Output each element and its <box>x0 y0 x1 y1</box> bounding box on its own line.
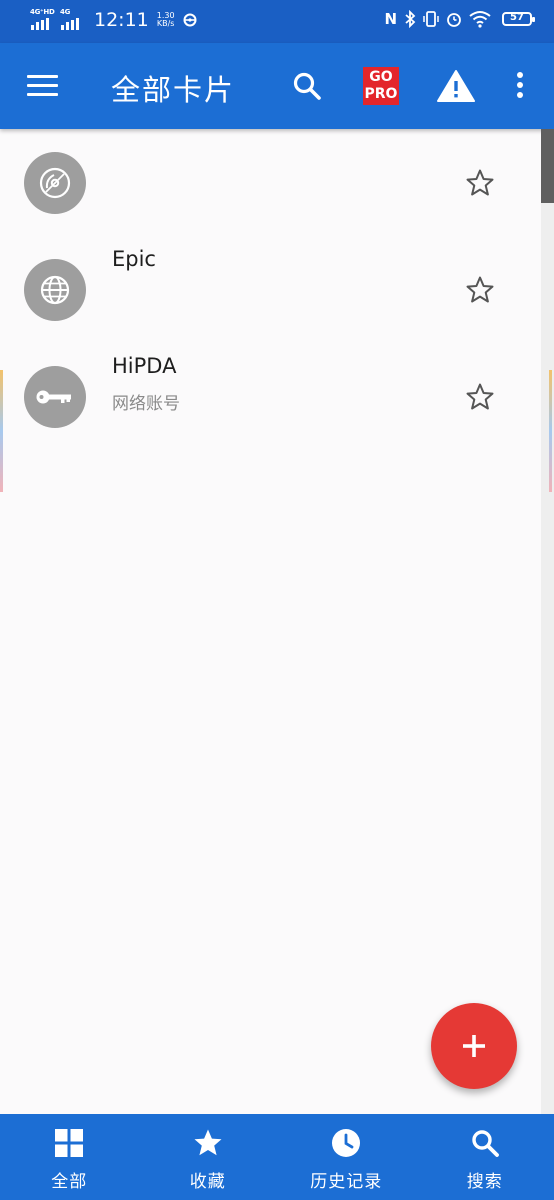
tab-history[interactable]: 历史记录 <box>277 1114 416 1200</box>
battery-icon: 57 <box>502 12 535 26</box>
tab-all-label: 全部 <box>51 1172 88 1192</box>
status-time: 12:11 <box>94 9 149 31</box>
network-speed-unit: KB/s <box>156 19 175 28</box>
list-item[interactable]: HiPDA 网络账号 <box>0 343 541 450</box>
scrollbar-track[interactable] <box>541 129 554 1114</box>
tab-favorites-label: 收藏 <box>189 1172 226 1192</box>
favorite-star-icon[interactable] <box>465 168 495 198</box>
clock-icon <box>332 1129 361 1157</box>
key-icon <box>24 366 86 428</box>
go-pro-line2: PRO <box>364 86 398 102</box>
wifi-icon <box>469 11 491 28</box>
sim2-label: 4G <box>60 8 71 16</box>
sim1-signal-icon: 4G⁺HD <box>30 8 58 30</box>
warning-icon[interactable] <box>437 69 475 103</box>
add-card-button[interactable] <box>431 1003 517 1089</box>
star-icon <box>194 1129 222 1156</box>
bluetooth-icon <box>405 10 416 28</box>
plus-icon <box>463 1035 485 1057</box>
card-title: Epic <box>112 247 156 271</box>
globe-icon <box>24 259 86 321</box>
page-title: 全部卡片 <box>111 73 236 107</box>
disc-icon <box>24 152 86 214</box>
tab-favorites[interactable]: 收藏 <box>139 1114 278 1200</box>
search-icon <box>472 1130 499 1157</box>
grid-icon <box>55 1129 84 1157</box>
tab-history-label: 历史记录 <box>310 1172 383 1192</box>
scrollbar-thumb[interactable] <box>541 129 554 203</box>
go-pro-button[interactable]: GO PRO <box>363 67 399 105</box>
tab-search[interactable]: 搜索 <box>416 1114 554 1200</box>
favorite-star-icon[interactable] <box>465 275 495 305</box>
card-list: Epic HiPDA 网络账号 <box>0 129 541 450</box>
sim2-signal-icon: 4G <box>60 8 88 30</box>
search-icon[interactable] <box>291 70 323 102</box>
more-options-icon[interactable] <box>510 72 530 102</box>
menu-icon[interactable] <box>27 75 58 96</box>
card-title: HiPDA <box>112 354 177 378</box>
list-item[interactable]: Epic <box>0 236 541 343</box>
app-bar: 全部卡片 GO PRO <box>0 43 554 129</box>
go-pro-line1: GO <box>369 69 393 85</box>
status-bar: 4G⁺HD 4G 12:11 1.30 KB/s N 57 <box>0 0 554 43</box>
steering-wheel-icon <box>183 13 197 27</box>
tab-all[interactable]: 全部 <box>0 1114 139 1200</box>
favorite-star-icon[interactable] <box>465 382 495 412</box>
list-item[interactable] <box>0 129 541 236</box>
bottom-navigation: 全部 收藏 历史记录 搜索 <box>0 1114 554 1200</box>
right-edge-glow <box>549 370 552 492</box>
alarm-icon <box>447 13 461 27</box>
sim1-label: 4G⁺HD <box>30 8 55 16</box>
battery-level: 57 <box>510 12 524 23</box>
network-speed: 1.30 KB/s <box>157 12 175 28</box>
card-subtitle: 网络账号 <box>112 394 180 414</box>
left-edge-glow <box>0 370 3 492</box>
vibrate-icon <box>423 11 439 27</box>
tab-search-label: 搜索 <box>466 1172 503 1192</box>
nfc-icon: N <box>384 10 397 28</box>
